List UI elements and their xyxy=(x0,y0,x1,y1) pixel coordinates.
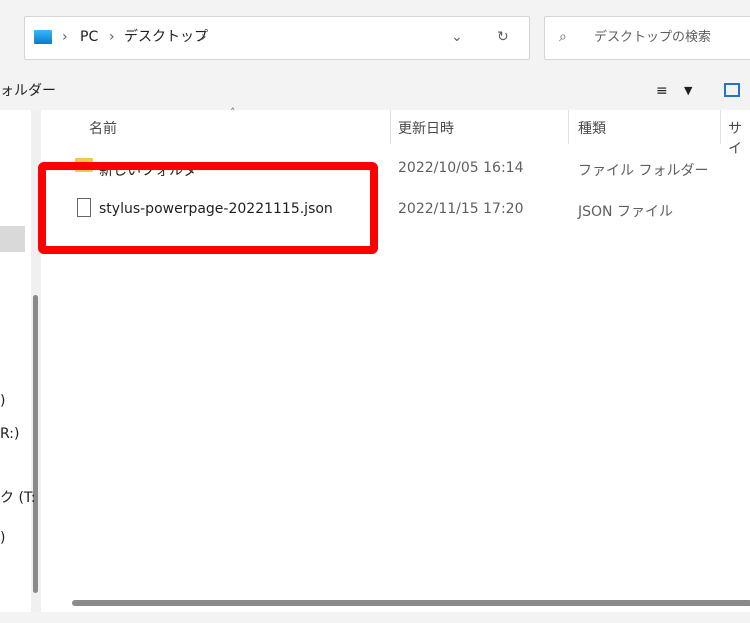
chevron-right-icon: › xyxy=(201,29,207,45)
breadcrumb-pc[interactable]: PC xyxy=(80,27,98,47)
horizontal-scrollbar[interactable] xyxy=(72,600,750,606)
toolbar-label: ォルダー xyxy=(0,83,56,99)
file-modified: 2022/10/05 16:14 xyxy=(398,160,524,176)
column-divider[interactable] xyxy=(568,110,569,144)
search-placeholder: デスクトップの検索 xyxy=(594,30,712,45)
nav-scrollbar-thumb[interactable] xyxy=(33,295,38,593)
highlight-box xyxy=(38,162,378,254)
address-bar[interactable]: › PC › デスクトップ › ⌄ ↻ xyxy=(24,16,530,60)
file-type: ファイル フォルダー xyxy=(578,163,709,179)
search-icon: ⌕ xyxy=(559,29,567,45)
refresh-icon[interactable]: ↻ xyxy=(497,27,509,47)
column-divider[interactable] xyxy=(720,110,721,144)
status-bar xyxy=(0,612,750,623)
chevron-right-icon: › xyxy=(62,29,68,45)
file-type: JSON ファイル xyxy=(578,204,673,220)
command-bar: ォルダー ≡ ▼ xyxy=(0,72,750,110)
nav-selected-item[interactable] xyxy=(0,226,25,252)
details-pane-icon[interactable] xyxy=(724,83,740,97)
sort-up-icon: ˄ xyxy=(230,106,236,119)
view-menu-icon[interactable]: ≡ xyxy=(656,81,668,101)
nav-item-fragment[interactable]: ) xyxy=(0,391,5,411)
column-header-name[interactable]: 名前 xyxy=(89,118,117,138)
desktop-icon xyxy=(34,30,52,44)
column-header-modified[interactable]: 更新日時 xyxy=(398,118,454,138)
column-header-type[interactable]: 種類 xyxy=(578,118,606,138)
breadcrumb-desktop[interactable]: デスクトップ xyxy=(124,27,208,47)
nav-item-fragment[interactable]: ク (T: xyxy=(0,488,36,508)
file-modified: 2022/11/15 17:20 xyxy=(398,201,524,217)
search-box[interactable]: ⌕ デスクトップの検索 xyxy=(544,16,750,60)
chevron-right-icon: › xyxy=(109,29,115,45)
column-divider[interactable] xyxy=(390,110,391,144)
chevron-down-icon[interactable]: ▼ xyxy=(684,81,692,101)
nav-item-fragment[interactable]: R:) xyxy=(0,424,19,444)
nav-item-fragment[interactable]: ) xyxy=(0,528,5,548)
chevron-down-icon[interactable]: ⌄ xyxy=(451,27,463,47)
